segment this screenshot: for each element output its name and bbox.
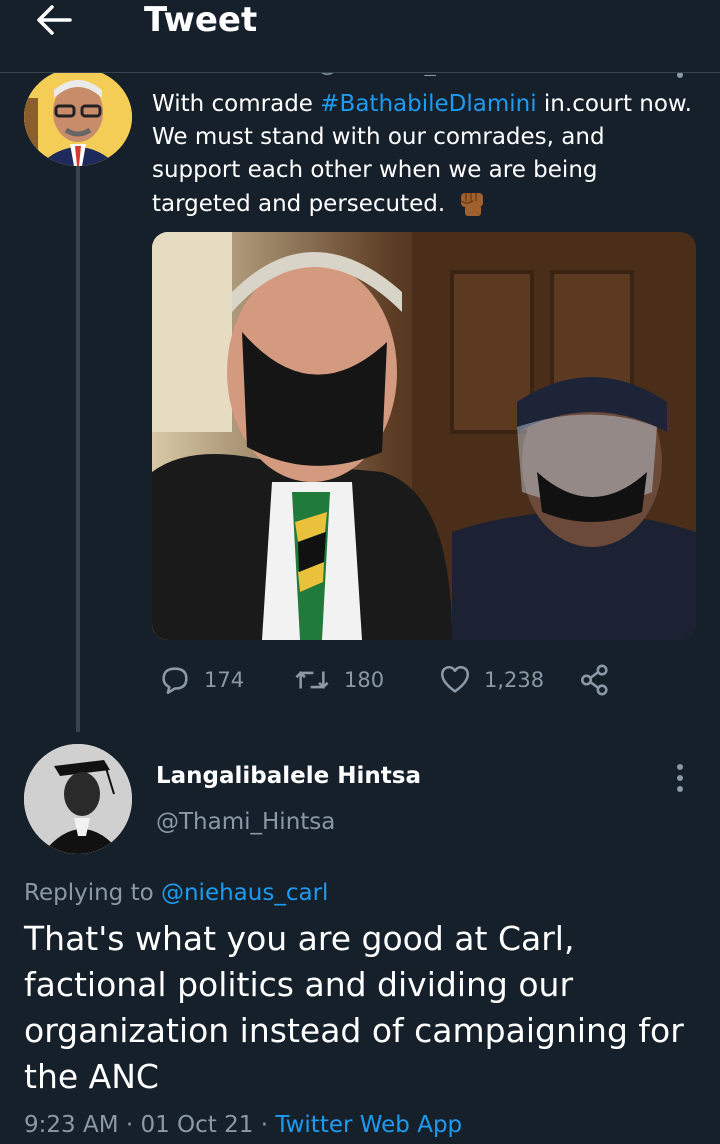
thread-connector-line [76,160,80,732]
share-icon [580,664,608,696]
reply-action[interactable]: 174 [158,660,244,700]
like-action[interactable]: 1,238 [438,660,544,700]
court-selfie-image [152,232,696,640]
reply-tweet-text: That's what you are good at Carl, factio… [24,919,684,1096]
page-title: Tweet [144,0,258,40]
reply-tweet-more-button[interactable] [670,762,690,800]
tweet-source[interactable]: Twitter Web App [275,1112,462,1138]
meta-separator: · [260,1112,269,1138]
top-header: Tweet [0,0,720,73]
retweet-count: 180 [344,668,385,692]
meta-separator: · [125,1112,134,1138]
retweet-action[interactable]: 180 [292,660,384,700]
more-vertical-icon [677,764,683,792]
reply-author-name[interactable]: Langalibalele Hintsa [156,760,421,792]
original-author-avatar[interactable] [24,68,132,166]
original-tweet-text: With comrade #BathabileDlamini in.court … [152,88,697,221]
tweet-text-part: With comrade [152,91,321,117]
replying-to-line: Replying to @niehaus_carl [24,876,328,910]
reply-author-avatar[interactable] [24,744,132,854]
replying-to-label: Replying to [24,880,154,906]
raised-fist-icon [460,193,483,216]
reply-author-handle[interactable]: @Thami_Hintsa [156,806,335,838]
tweet-meta: 9:23 AM · 01 Oct 21 · Twitter Web App [24,1108,462,1142]
arrow-left-icon [37,5,72,35]
reply-icon [162,667,188,695]
retweet-icon [295,671,329,689]
tweet-date[interactable]: 01 Oct 21 [140,1112,253,1138]
hashtag-link[interactable]: #BathabileDlamini [320,91,536,117]
back-button[interactable] [30,0,86,42]
tweet-photo[interactable] [152,232,696,640]
reply-count: 174 [204,668,245,692]
heart-icon [440,665,470,693]
like-count: 1,238 [484,668,545,692]
tweet-time[interactable]: 9:23 AM [24,1112,119,1138]
share-action[interactable] [578,660,624,700]
replying-to-mention[interactable]: @niehaus_carl [161,880,328,906]
